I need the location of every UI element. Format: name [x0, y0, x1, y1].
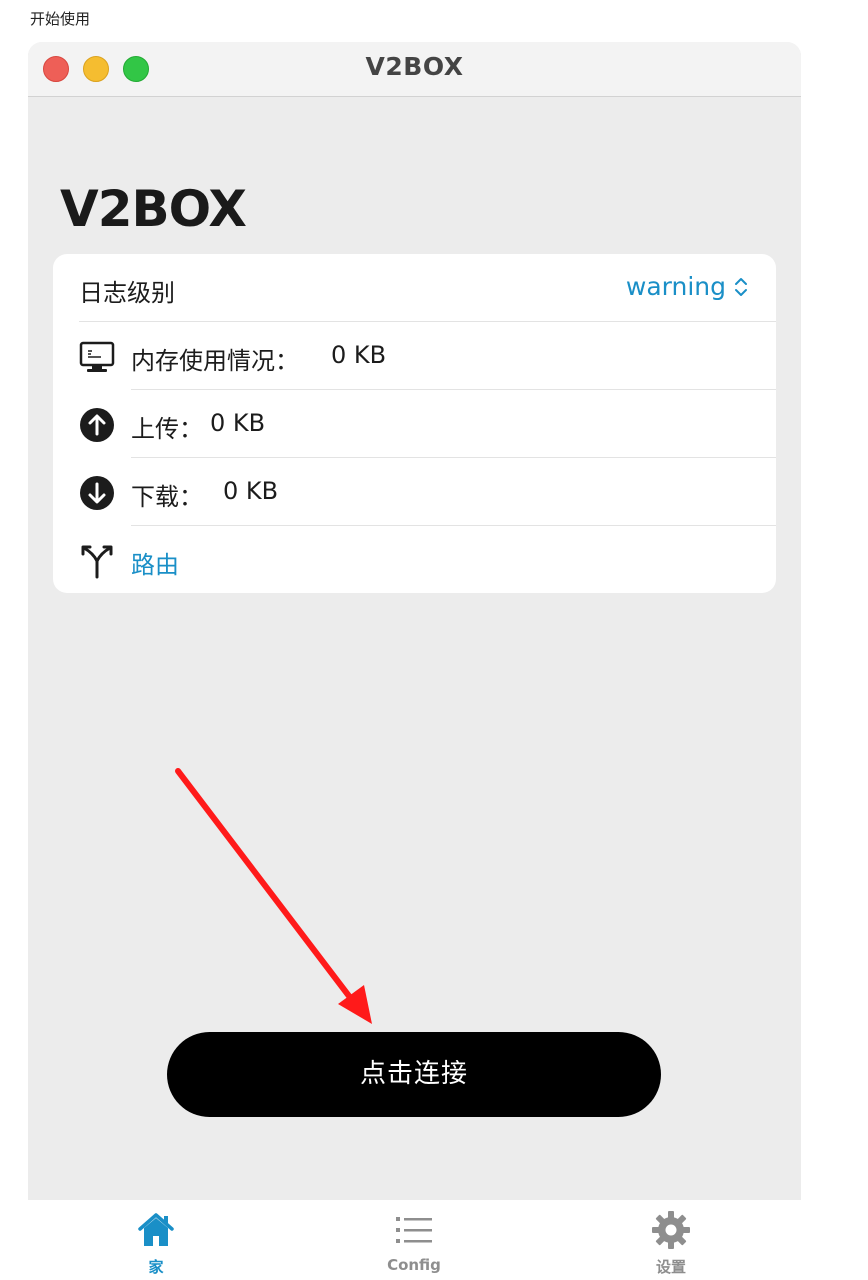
arrow-down-circle-icon	[80, 476, 114, 510]
upload-value: 0 KB	[210, 409, 266, 437]
upload-label: 上传：	[131, 415, 203, 443]
monitor-icon	[79, 341, 115, 372]
download-value: 0 KB	[223, 477, 279, 505]
upload-row: 上传： 0 KB	[53, 390, 776, 458]
memory-row: 内存使用情况： 0 KB	[53, 322, 776, 390]
memory-value: 0 KB	[331, 341, 387, 369]
page-caption: 开始使用	[30, 10, 91, 28]
log-level-row: 日志级别 warning	[53, 254, 776, 322]
app-title: V2BOX	[60, 180, 247, 238]
connect-button[interactable]: 点击连接	[167, 1032, 661, 1117]
house-icon	[138, 1213, 174, 1246]
tab-config[interactable]: Config	[324, 1200, 504, 1280]
gear-icon	[652, 1211, 690, 1249]
status-card: 日志级别 warning 内存使用情况： 0 KB 上传： 0 KB 下载： 0…	[53, 254, 776, 593]
list-icon	[396, 1217, 432, 1243]
window-title: V2BOX	[365, 52, 464, 81]
route-fork-icon	[81, 545, 113, 579]
chevron-up-down-icon	[735, 277, 747, 296]
title-bar: V2BOX	[28, 42, 801, 97]
tab-config-label: Config	[387, 1256, 441, 1274]
tab-bar: 家 Config 设置	[28, 1200, 801, 1280]
log-level-label: 日志级别	[79, 279, 175, 307]
tab-settings-label: 设置	[655, 1258, 686, 1276]
log-level-select[interactable]: warning	[626, 272, 748, 301]
routing-row[interactable]: 路由	[53, 526, 776, 594]
memory-label: 内存使用情况：	[131, 347, 299, 375]
routing-link[interactable]: 路由	[131, 545, 179, 580]
tab-settings[interactable]: 设置	[581, 1200, 761, 1280]
download-label: 下载：	[131, 483, 203, 511]
arrow-up-circle-icon	[80, 408, 114, 442]
log-level-value: warning	[625, 272, 726, 301]
tab-home-label: 家	[148, 1258, 164, 1276]
app-window: V2BOX V2BOX 日志级别 warning 内存使用情况： 0 KB 上传…	[28, 42, 801, 1280]
tab-home[interactable]: 家	[66, 1200, 246, 1280]
download-row: 下载： 0 KB	[53, 458, 776, 526]
